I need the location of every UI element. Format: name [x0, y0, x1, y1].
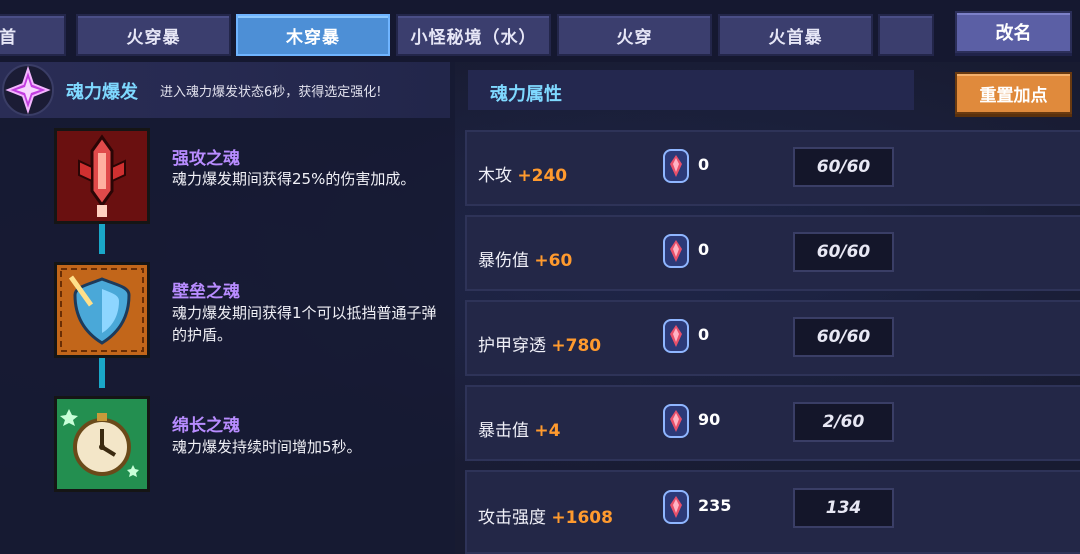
level-box[interactable]: 134: [793, 488, 894, 528]
tab-label: 火穿: [616, 27, 653, 48]
attribute-title: 魂力属性: [490, 84, 562, 105]
reset-label: 重置加点: [979, 85, 1048, 106]
tab-1[interactable]: 火穿暴: [76, 14, 231, 56]
tab-2-active[interactable]: 木穿暴: [236, 14, 390, 56]
gem-count: 0: [698, 240, 710, 259]
purple-star-icon: [2, 64, 54, 116]
attribute-bonus: +240: [517, 166, 568, 186]
reset-points-button[interactable]: 重置加点: [955, 72, 1072, 114]
burst-description: 进入魂力爆发状态6秒，获得选定强化!: [160, 85, 382, 100]
skill-name: 绵长之魂: [172, 416, 240, 436]
green-clock-icon[interactable]: [54, 396, 150, 492]
tab-label: 火首暴: [768, 27, 823, 48]
level-box[interactable]: 2/60: [793, 402, 894, 442]
tab-label: 小怪秘境（水）: [410, 27, 537, 48]
burst-title: 魂力爆发: [66, 82, 138, 103]
tab-6[interactable]: [878, 14, 934, 56]
rename-label: 改名: [995, 23, 1032, 44]
attribute-name: 木攻: [478, 166, 512, 186]
skill-connector: [99, 358, 105, 388]
skill-connector: [99, 224, 105, 254]
attribute-label: 暴击值 +4: [478, 416, 560, 441]
attribute-label: 护甲穿透 +780: [478, 331, 601, 356]
tab-0[interactable]: 首: [0, 14, 66, 56]
attribute-name: 暴击值: [478, 421, 529, 441]
rename-button[interactable]: 改名: [955, 11, 1072, 53]
soul-gem-icon: [662, 403, 690, 439]
skill-name: 强攻之魂: [172, 149, 240, 169]
attribute-label: 暴伤值 +60: [478, 246, 572, 271]
attribute-label: 木攻 +240: [478, 161, 567, 186]
tab-label: 首: [0, 27, 17, 48]
soul-gem-icon: [662, 148, 690, 184]
gem-count: 235: [698, 496, 732, 515]
level-box[interactable]: 60/60: [793, 317, 894, 357]
tab-label: 火穿暴: [126, 27, 181, 48]
tab-4[interactable]: 火穿: [557, 14, 712, 56]
skill-description: 魂力爆发持续时间增加5秒。: [172, 438, 362, 456]
attribute-bonus: +780: [551, 336, 602, 356]
level-box[interactable]: 60/60: [793, 232, 894, 272]
skill-description: 魂力爆发期间获得25%的伤害加成。: [172, 170, 416, 188]
attribute-name: 暴伤值: [478, 251, 529, 271]
tab-3[interactable]: 小怪秘境（水）: [396, 14, 551, 56]
red-sword-icon[interactable]: [54, 128, 150, 224]
soul-gem-icon: [662, 233, 690, 269]
skill-name: 壁垒之魂: [172, 282, 240, 302]
tab-label: 木穿暴: [286, 27, 340, 48]
attribute-label: 攻击强度 +1608: [478, 503, 613, 528]
attribute-name: 护甲穿透: [478, 336, 546, 356]
level-box[interactable]: 60/60: [793, 147, 894, 187]
tab-5[interactable]: 火首暴: [718, 14, 873, 56]
attribute-bonus: +60: [534, 251, 573, 271]
gem-count: 0: [698, 325, 710, 344]
tab-bar: 首 火穿暴 木穿暴 小怪秘境（水） 火穿 火首暴: [0, 0, 1080, 62]
gem-count: 0: [698, 155, 710, 174]
attribute-bonus: +1608: [551, 508, 613, 528]
attribute-name: 攻击强度: [478, 508, 546, 528]
soul-gem-icon: [662, 489, 690, 525]
skill-description: 魂力爆发期间获得1个可以抵挡普通子弹的护盾。: [172, 304, 437, 344]
gem-count: 90: [698, 410, 721, 429]
attribute-bonus: +4: [534, 421, 561, 441]
soul-gem-icon: [662, 318, 690, 354]
orange-shield-icon[interactable]: [54, 262, 150, 358]
